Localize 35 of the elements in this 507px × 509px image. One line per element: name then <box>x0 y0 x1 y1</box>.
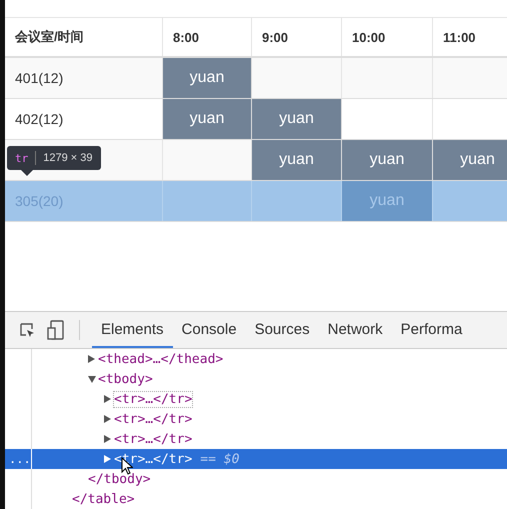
booking-cell: yuan <box>342 181 433 221</box>
expand-toggle-icon[interactable] <box>88 355 95 363</box>
column-header: 10:00 <box>342 18 433 56</box>
expand-toggle-icon[interactable] <box>88 376 96 382</box>
booking-cell: yuan <box>163 58 252 98</box>
devtools-tab[interactable]: Console <box>172 312 246 348</box>
booking-cell: yuan <box>342 140 433 180</box>
booking-cell: yuan <box>163 99 252 139</box>
element-node[interactable]: <tr>…</tr> <box>114 452 192 466</box>
closing-tag[interactable]: </tbody> <box>88 472 151 486</box>
expand-toggle-icon[interactable] <box>104 395 111 403</box>
column-header: 8:00 <box>163 18 252 56</box>
closing-tag[interactable]: </table> <box>72 492 135 506</box>
devtools-tab[interactable]: Sources <box>246 312 319 348</box>
devtools-tab[interactable]: Elements <box>92 312 173 348</box>
element-size: 1279 × 39 <box>43 152 92 164</box>
tag-name: tr <box>15 152 28 164</box>
booking-cell: yuan <box>252 140 342 180</box>
devtools-tab[interactable]: Network <box>318 312 392 348</box>
booking-cell: yuan <box>252 99 342 139</box>
booking-cell: yuan <box>433 140 507 180</box>
column-header: 9:00 <box>252 18 342 56</box>
devtools-tab[interactable]: Performa <box>392 312 472 348</box>
device-icon[interactable] <box>47 320 65 340</box>
element-node[interactable]: <tr>…</tr> <box>114 392 192 406</box>
column-header: 11:00 <box>433 18 507 56</box>
element-node[interactable]: <tr>…</tr> <box>114 412 192 426</box>
inspect-icon[interactable] <box>19 322 35 338</box>
more-dots[interactable]: ... <box>9 452 31 466</box>
node-reference: == $0 <box>200 452 240 466</box>
element-node[interactable]: <thead>…</thead> <box>98 352 224 366</box>
column-header: 会议室/时间 <box>5 18 163 56</box>
element-node[interactable]: <tbody> <box>98 372 153 386</box>
element-node[interactable]: <tr>…</tr> <box>114 432 192 446</box>
expand-toggle-icon[interactable] <box>104 415 111 423</box>
